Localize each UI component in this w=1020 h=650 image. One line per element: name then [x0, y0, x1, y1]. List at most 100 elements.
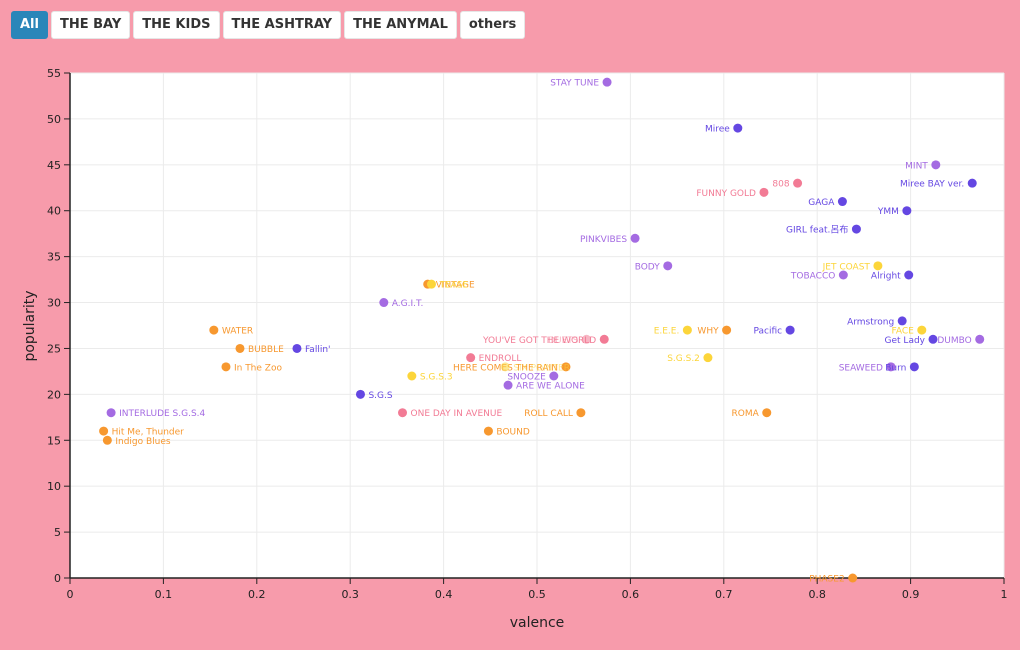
data-point-label: Miree — [705, 125, 730, 135]
data-point[interactable] — [928, 334, 938, 344]
data-point[interactable] — [398, 408, 408, 418]
data-point[interactable] — [759, 187, 769, 197]
data-point[interactable] — [975, 334, 985, 344]
y-tick-label: 10 — [47, 480, 61, 493]
data-point[interactable] — [793, 178, 803, 188]
data-point-label: E.E.E. — [654, 327, 680, 337]
data-point-label: TEASE — [438, 281, 468, 291]
x-tick-label: 0.9 — [902, 588, 920, 601]
data-point[interactable] — [838, 270, 848, 280]
x-tick-label: 0.4 — [435, 588, 453, 601]
x-tick-label: 0.6 — [622, 588, 640, 601]
data-point[interactable] — [909, 362, 919, 372]
data-point-label: ROLL CALL — [524, 409, 573, 419]
data-point[interactable] — [503, 380, 513, 390]
data-point[interactable] — [221, 362, 231, 372]
data-point-label: BODY — [635, 262, 661, 272]
x-tick-label: 0.1 — [155, 588, 173, 601]
data-point-label: GIRL feat.呂布 — [786, 224, 848, 236]
y-tick-label: 30 — [47, 297, 61, 310]
data-point-label: In The Zoo — [234, 363, 282, 373]
data-point-label: Armstrong — [847, 317, 894, 327]
data-point-label: Get Lady — [885, 336, 926, 346]
y-tick-label: 35 — [47, 251, 61, 264]
data-point-label: ONE DAY IN AVENUE — [411, 409, 503, 419]
x-tick-label: 0.5 — [528, 588, 546, 601]
data-point[interactable] — [235, 343, 245, 353]
data-point[interactable] — [902, 206, 912, 216]
y-tick-label: 25 — [47, 342, 61, 355]
data-point[interactable] — [466, 353, 476, 363]
data-point[interactable] — [682, 325, 692, 335]
data-point[interactable] — [873, 261, 883, 271]
data-point[interactable] — [379, 298, 389, 308]
data-point[interactable] — [703, 353, 713, 363]
y-tick-label: 0 — [54, 572, 61, 585]
data-point[interactable] — [599, 334, 609, 344]
y-tick-label: 5 — [54, 526, 61, 539]
data-point[interactable] — [407, 371, 417, 381]
data-point[interactable] — [576, 408, 586, 418]
data-point[interactable] — [722, 325, 732, 335]
y-axis-title: popularity — [22, 290, 38, 361]
data-point-label: BUBBLE — [248, 345, 284, 355]
data-point[interactable] — [904, 270, 914, 280]
x-tick-label: 0.2 — [248, 588, 266, 601]
data-point-label: DUETS — [548, 336, 579, 346]
data-point-label: BOUND — [496, 428, 529, 438]
data-point[interactable] — [102, 435, 112, 445]
data-point-label: STAY TUNE — [550, 79, 599, 89]
data-point[interactable] — [582, 334, 592, 344]
data-point-label: GAGA — [808, 198, 835, 208]
data-point-label: PINKVIBES — [580, 235, 627, 245]
data-point[interactable] — [663, 261, 673, 271]
data-point-group[interactable]: INTERLUDE S.G.S.4 — [106, 408, 206, 419]
data-point[interactable] — [549, 371, 559, 381]
data-point-group[interactable]: PHASE2 — [809, 573, 858, 585]
x-tick-label: 0 — [67, 588, 74, 601]
data-point-label: Pacific — [754, 327, 783, 337]
data-point[interactable] — [848, 573, 858, 583]
data-point-group[interactable]: ARE WE ALONE — [503, 380, 586, 392]
data-point[interactable] — [733, 123, 743, 133]
data-point-group[interactable]: ONE DAY IN AVENUE — [398, 408, 502, 419]
data-point[interactable] — [483, 426, 493, 436]
data-point[interactable] — [785, 325, 795, 335]
data-point-label: WHY — [697, 327, 719, 337]
y-tick-label: 55 — [47, 67, 61, 80]
data-point[interactable] — [209, 325, 219, 335]
y-tick-label: 15 — [47, 434, 61, 447]
data-point[interactable] — [931, 160, 941, 170]
data-point[interactable] — [99, 426, 109, 436]
data-point[interactable] — [837, 197, 847, 207]
data-point[interactable] — [762, 408, 772, 418]
y-tick-label: 20 — [47, 388, 61, 401]
data-point-label: INTERLUDE S.G.S.4 — [119, 409, 205, 419]
data-point-label: YMM — [877, 207, 899, 217]
data-point[interactable] — [426, 279, 436, 289]
data-point[interactable] — [106, 408, 116, 418]
data-point-label: S.G.S — [368, 391, 392, 401]
data-point[interactable] — [967, 178, 977, 188]
data-point-label: Indigo Blues — [115, 437, 171, 447]
data-point-label: A.G.I.T. — [392, 299, 424, 309]
data-point[interactable] — [500, 362, 510, 372]
data-point[interactable] — [602, 77, 612, 87]
data-point[interactable] — [917, 325, 927, 335]
y-tick-label: 40 — [47, 205, 61, 218]
x-tick-label: 0.8 — [808, 588, 826, 601]
x-tick-label: 0.3 — [341, 588, 359, 601]
data-point-label: WATER — [222, 327, 253, 337]
data-point-label: ARE WE ALONE — [516, 382, 585, 392]
data-point[interactable] — [292, 343, 302, 353]
data-point[interactable] — [355, 389, 365, 399]
x-tick-label: 1 — [1001, 588, 1008, 601]
data-point[interactable] — [897, 316, 907, 326]
data-point-label: Burn — [885, 363, 906, 373]
data-point[interactable] — [851, 224, 861, 234]
scatter-chart: 0 0.1 0.2 0.3 0.4 0.5 0.6 0.7 0.8 0.9 105101520253… — [22, 67, 1008, 631]
x-tick-label: 0.7 — [715, 588, 733, 601]
y-tick-label: 45 — [47, 159, 61, 172]
data-point[interactable] — [630, 233, 640, 243]
x-axis-title: valence — [510, 615, 565, 631]
